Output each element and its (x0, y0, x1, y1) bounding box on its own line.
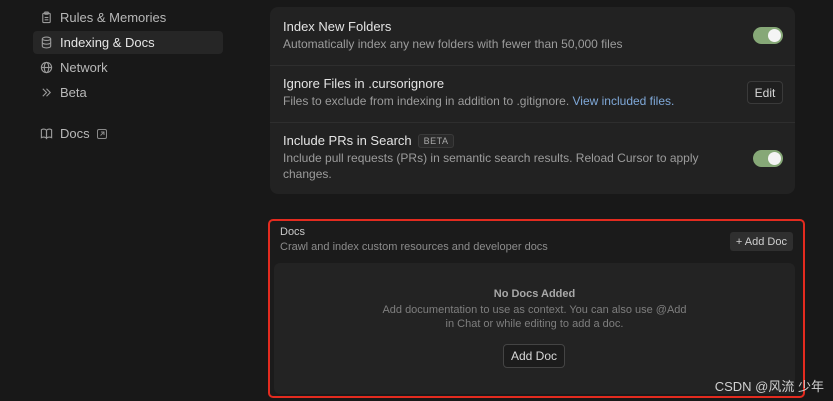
sidebar-item-beta[interactable]: Beta (33, 81, 223, 104)
empty-state-description-line2: in Chat or while editing to add a doc. (445, 318, 624, 330)
indexing-settings-card: Index New Folders Automatically index an… (270, 7, 795, 194)
docs-description: Crawl and index custom resources and dev… (280, 241, 548, 253)
double-chevron-icon (39, 86, 53, 100)
include-prs-description-line1: Include pull requests (PRs) in semantic … (283, 151, 699, 165)
include-prs-title-text: Include PRs in Search (283, 133, 412, 148)
settings-sidebar: Rules & Memories Indexing & Docs Network… (0, 0, 234, 401)
empty-state-description-line1: Add documentation to use as context. You… (382, 304, 687, 316)
sidebar-item-label: Indexing & Docs (60, 35, 155, 50)
sidebar-item-label: Network (60, 60, 108, 75)
view-included-files-link[interactable]: View included files. (573, 94, 675, 108)
sidebar-item-label: Rules & Memories (60, 10, 167, 25)
sidebar-item-network[interactable]: Network (33, 56, 223, 79)
sidebar-item-rules-memories[interactable]: Rules & Memories (33, 6, 223, 29)
empty-state-description: Add documentation to use as context. You… (364, 303, 705, 331)
include-prs-description-line2: changes. (283, 167, 332, 181)
toggle-knob (768, 29, 781, 42)
database-icon (39, 36, 53, 50)
book-icon (39, 127, 53, 141)
add-doc-header-button[interactable]: + Add Doc (729, 232, 793, 251)
divider (270, 65, 795, 66)
sidebar-item-docs-link[interactable]: Docs (33, 122, 223, 145)
ignore-files-title: Ignore Files in .cursorignore (283, 76, 445, 91)
add-doc-button[interactable]: Add Doc (503, 344, 565, 368)
settings-main: Index New Folders Automatically index an… (234, 0, 833, 401)
include-prs-toggle[interactable] (753, 150, 783, 167)
clipboard-icon (39, 11, 53, 25)
ignore-files-description: Files to exclude from indexing in additi… (283, 93, 674, 109)
index-new-folders-description: Automatically index any new folders with… (283, 37, 623, 51)
empty-state-title: No Docs Added (493, 288, 576, 300)
external-link-icon (96, 128, 107, 139)
docs-section: Docs Crawl and index custom resources an… (268, 219, 805, 398)
sidebar-item-label: Beta (60, 85, 87, 100)
index-new-folders-toggle[interactable] (753, 27, 783, 44)
globe-icon (39, 61, 53, 75)
edit-ignore-button[interactable]: Edit (747, 81, 783, 104)
sidebar-item-label: Docs (60, 126, 90, 141)
toggle-knob (768, 152, 781, 165)
watermark: CSDN @风流 少年 (714, 379, 824, 394)
docs-empty-state: No Docs Added Add documentation to use a… (274, 263, 795, 394)
ignore-files-description-text: Files to exclude from indexing in additi… (283, 94, 570, 108)
index-new-folders-title: Index New Folders (283, 19, 392, 34)
beta-badge: BETA (417, 134, 455, 148)
sidebar-item-indexing-docs[interactable]: Indexing & Docs (33, 31, 223, 54)
include-prs-title: Include PRs in Search BETA (283, 133, 455, 148)
docs-title: Docs (280, 226, 306, 238)
divider (270, 122, 795, 123)
